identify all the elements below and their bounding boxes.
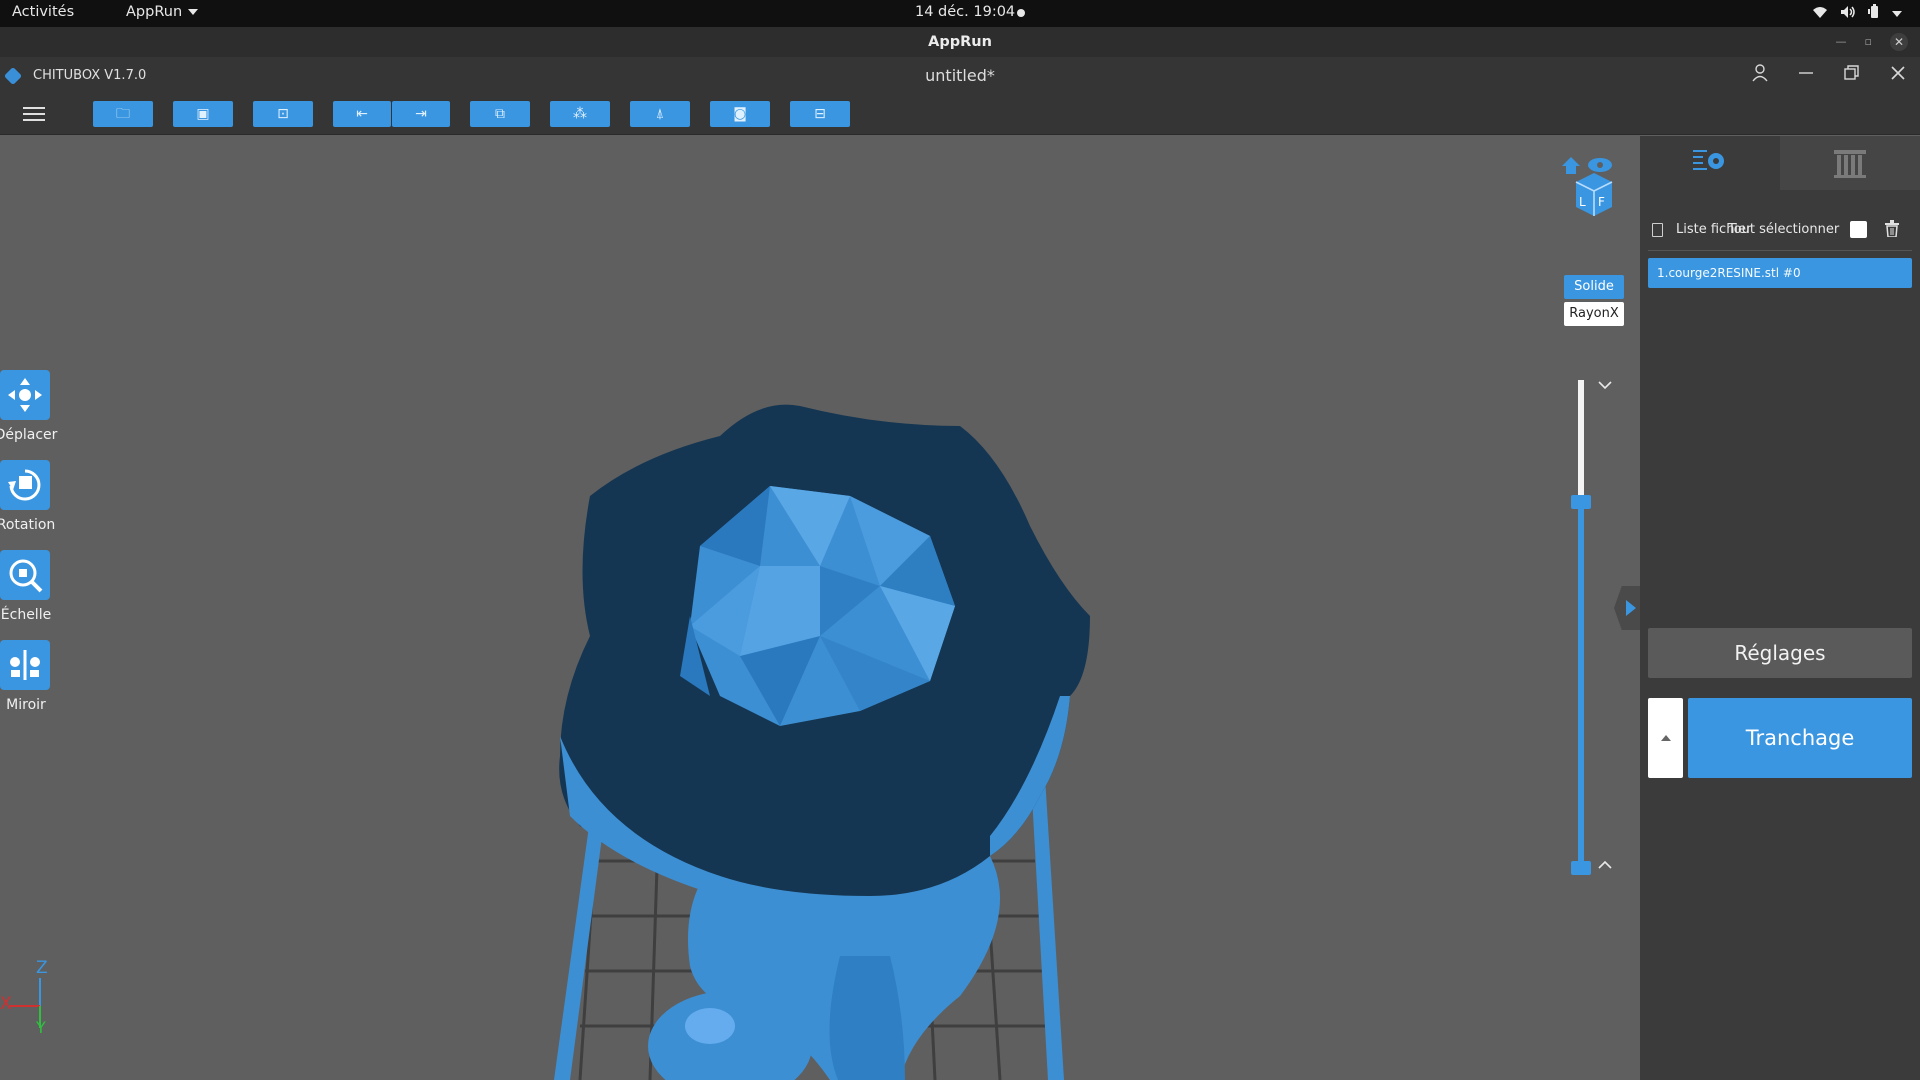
layer-slider-track-upper[interactable] — [1578, 380, 1584, 502]
close-icon[interactable]: ✕ — [1890, 33, 1908, 51]
3d-viewport[interactable]: Déplacer Rotation Échelle Miroir Z X Y — [0, 136, 1640, 1080]
move-tool[interactable]: Déplacer — [0, 370, 60, 443]
caret-down-icon[interactable] — [1892, 6, 1902, 22]
minimize-icon[interactable]: — — [1836, 27, 1847, 57]
axis-x-label: X — [0, 994, 12, 1014]
document-icon — [1652, 223, 1663, 237]
repair-icon: ⊟ — [814, 106, 826, 122]
battery-icon[interactable] — [1868, 4, 1880, 23]
select-all-label: Tout sélectionner — [1728, 222, 1840, 237]
document-title: untitled* — [925, 66, 995, 85]
menu-icon[interactable] — [23, 103, 45, 125]
scale-icon[interactable] — [0, 550, 50, 600]
right-panel: Liste fichier Tout sélectionner 1.courge… — [1640, 136, 1920, 1080]
mirror-tool[interactable]: Miroir — [0, 640, 60, 713]
hollow-button[interactable]: ⁂ — [550, 101, 610, 127]
chevron-up-icon[interactable] — [1598, 858, 1612, 874]
rotate-tool-label: Rotation — [0, 517, 56, 533]
auto-layout-button[interactable]: ⊡ — [253, 101, 313, 127]
right-panel-tabs — [1640, 136, 1920, 190]
settings-list-icon — [1693, 150, 1724, 170]
trash-icon[interactable] — [1884, 220, 1900, 241]
scale-tool-label: Échelle — [0, 607, 52, 623]
app-header: CHITUBOX V1.7.0 untitled* — [0, 57, 1920, 95]
rotate-icon[interactable] — [0, 460, 50, 510]
tab-supports[interactable] — [1780, 136, 1920, 190]
rotate-tool[interactable]: Rotation — [0, 460, 60, 533]
app-window-controls — [1752, 64, 1906, 87]
wifi-icon[interactable] — [1812, 5, 1828, 23]
build-plate-rail-right — [1030, 761, 1064, 1080]
copy-button[interactable]: ⧉ — [470, 101, 530, 127]
system-tray[interactable] — [1812, 4, 1902, 23]
clock[interactable]: 14 déc. 19:04 — [915, 4, 1015, 20]
minimize-icon[interactable] — [1798, 64, 1814, 87]
folder-icon: 🗀 — [116, 106, 130, 122]
axis-z-label: Z — [36, 958, 48, 978]
move-tool-label: Déplacer — [0, 427, 58, 443]
restore-icon[interactable] — [1844, 64, 1860, 87]
copy-icon: ⧉ — [495, 106, 505, 122]
eye-icon — [1597, 162, 1603, 168]
mirror-icon[interactable] — [0, 640, 50, 690]
model-scene[interactable] — [0, 136, 1640, 1080]
solid-mode-button[interactable]: Solide — [1564, 275, 1624, 299]
save-icon: ▣ — [196, 106, 210, 122]
model-stem — [829, 956, 905, 1080]
svg-text:L: L — [1579, 195, 1586, 209]
notification-dot-icon — [1017, 9, 1025, 17]
redo-icon: ⇥ — [415, 106, 427, 122]
list-item[interactable]: 1.courge2RESINE.stl #0 — [1648, 258, 1912, 288]
select-all-checkbox[interactable] — [1850, 221, 1867, 238]
hollow-icon: ⁂ — [573, 106, 587, 122]
repair-button[interactable]: ⊟ — [790, 101, 850, 127]
slice-button[interactable]: Tranchage — [1688, 698, 1912, 778]
activities-button[interactable]: Activités — [12, 4, 74, 20]
chevron-down-icon[interactable] — [1598, 378, 1612, 394]
caret-up-icon — [1661, 735, 1671, 741]
expand-options-button[interactable] — [1648, 698, 1683, 778]
undo-button[interactable]: ⇤ — [333, 101, 391, 127]
settings-button[interactable]: Réglages — [1648, 628, 1912, 678]
window-title: AppRun — [928, 34, 992, 50]
support-pillars-icon — [1834, 150, 1866, 178]
svg-text:F: F — [1598, 195, 1605, 209]
app-menu-label: AppRun — [126, 4, 183, 20]
support-icon: ⍋ — [655, 106, 665, 122]
app-menu[interactable]: AppRun — [126, 4, 199, 20]
caret-down-icon — [188, 9, 199, 15]
volume-icon[interactable] — [1840, 5, 1856, 23]
supports-button[interactable]: ⍋ — [630, 101, 690, 127]
save-file-button[interactable]: ▣ — [173, 101, 233, 127]
dig-hole-button[interactable]: ◙ — [710, 101, 770, 127]
main-toolbar: 🗀 ▣ ⊡ ⇤ ⇥ ⧉ ⁂ ⍋ ◙ ⊟ — [0, 95, 1920, 135]
close-icon[interactable] — [1890, 64, 1906, 87]
axis-gizmo: Z X Y — [0, 958, 60, 1038]
scale-tool[interactable]: Échelle — [0, 550, 60, 623]
play-arrow-icon — [1626, 600, 1636, 616]
tab-settings[interactable] — [1640, 136, 1780, 190]
open-file-button[interactable]: 🗀 — [93, 101, 153, 127]
maximize-icon[interactable]: ▫ — [1865, 27, 1872, 57]
xray-mode-button[interactable]: RayonX — [1564, 302, 1624, 326]
view-cube[interactable]: L F — [1560, 152, 1622, 218]
hole-icon: ◙ — [733, 106, 747, 122]
user-icon[interactable] — [1752, 64, 1768, 87]
home-icon — [1562, 157, 1580, 174]
undo-icon: ⇤ — [356, 106, 368, 122]
layer-slider-bottom-handle[interactable] — [1571, 861, 1591, 875]
axis-y-label: Y — [36, 1018, 46, 1037]
window-title-bar: AppRun — ▫ ✕ — [0, 27, 1920, 57]
file-list-header: Liste fichier Tout sélectionner — [1648, 220, 1912, 242]
layer-slider-top-handle[interactable] — [1571, 495, 1591, 509]
divider — [1648, 250, 1912, 251]
move-icon[interactable] — [0, 370, 50, 420]
window-controls: — ▫ ✕ — [1836, 27, 1908, 57]
redo-button[interactable]: ⇥ — [392, 101, 450, 127]
mirror-tool-label: Miroir — [6, 697, 46, 713]
system-top-bar: Activités AppRun 14 déc. 19:04 — [0, 0, 1920, 27]
layout-icon: ⊡ — [277, 106, 289, 122]
layer-slider-track-range[interactable] — [1578, 502, 1584, 868]
